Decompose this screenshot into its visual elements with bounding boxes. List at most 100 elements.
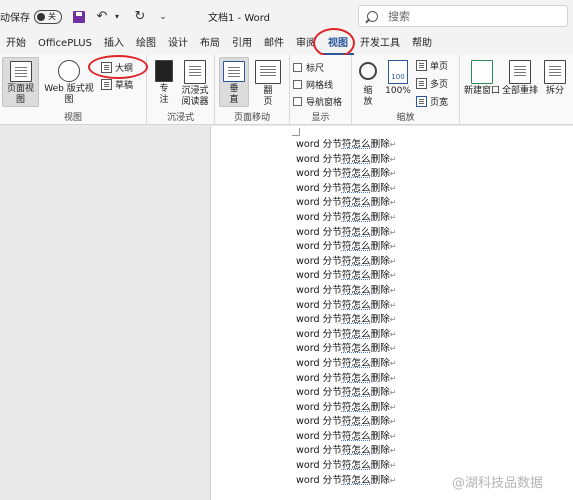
document-text[interactable]: word 分节符怎么删除↵ word 分节符怎么删除↵ word 分节符怎么删除↵ w… [296, 138, 397, 488]
document-line[interactable]: word 分节符怎么删除↵ [296, 328, 397, 343]
delete-text: 删除 [370, 474, 390, 486]
document-line[interactable]: word 分节符怎么删除↵ [296, 415, 397, 430]
print-layout-button[interactable]: 页面视图 [2, 57, 39, 107]
document-line[interactable]: word 分节符怎么删除↵ [296, 386, 397, 401]
draft-button[interactable]: 草稿 [101, 78, 133, 91]
customize-toolbar-icon[interactable]: ⌄ [156, 10, 170, 24]
document-line[interactable]: word 分节符怎么删除↵ [296, 167, 397, 182]
paragraph-mark: ↵ [389, 461, 397, 471]
section-text: 分节 [322, 241, 342, 253]
document-line[interactable]: word 分节符怎么删除↵ [296, 226, 397, 241]
gridlines-check-icon [293, 80, 302, 89]
document-line[interactable]: word 分节符怎么删除↵ [296, 342, 397, 357]
document-line[interactable]: word 分节符怎么删除↵ [296, 269, 397, 284]
document-line[interactable]: word 分节符怎么删除↵ [296, 372, 397, 387]
gridlines-checkbox[interactable]: 网格线 [293, 78, 333, 91]
word-prefix: word [296, 284, 323, 296]
underlined-text: 符怎么 [341, 168, 371, 180]
one-page-button[interactable]: 单页 [416, 59, 448, 72]
autosave-toggle[interactable]: 关 [34, 9, 62, 24]
delete-text: 删除 [370, 460, 390, 472]
word-prefix: word [296, 241, 323, 253]
delete-text: 删除 [370, 416, 390, 428]
paragraph-mark: ↵ [389, 227, 397, 237]
ruler-checkbox[interactable]: 标尺 [293, 61, 324, 74]
word-prefix: word [296, 328, 323, 340]
undo-dropdown-icon[interactable]: ▾ [110, 10, 124, 24]
page-width-label: 页宽 [430, 98, 449, 108]
delete-text: 删除 [370, 153, 390, 165]
document-line[interactable]: word 分节符怎么删除↵ [296, 459, 397, 474]
paragraph-mark: ↵ [389, 358, 397, 368]
vertical-label-2: 直 [229, 95, 239, 105]
document-line[interactable]: word 分节符怎么删除↵ [296, 240, 397, 255]
focus-label-1: 专 [159, 84, 169, 94]
nav-pane-checkbox[interactable]: 导航窗格 [293, 95, 342, 108]
vertical-button[interactable]: 垂 直 [219, 57, 249, 107]
outline-annotation-ring [88, 55, 148, 79]
search-box[interactable]: 搜索 [358, 5, 568, 27]
page-movement-group-label: 页面移动 [233, 113, 270, 123]
zoom-100-button[interactable]: 100 100% [384, 60, 412, 97]
tab-draw[interactable]: 绘图 [130, 33, 162, 55]
word-prefix: word [296, 168, 323, 180]
document-line[interactable]: word 分节符怎么删除↵ [296, 255, 397, 270]
section-text: 分节 [322, 314, 342, 326]
document-line[interactable]: word 分节符怎么删除↵ [296, 153, 397, 168]
tab-insert[interactable]: 插入 [98, 33, 130, 55]
tab-design[interactable]: 设计 [162, 33, 194, 55]
delete-text: 删除 [370, 430, 390, 442]
section-text: 分节 [322, 343, 342, 355]
tab-help[interactable]: 帮助 [406, 33, 438, 55]
redo-icon[interactable]: ↻ [133, 9, 147, 24]
document-line[interactable]: word 分节符怎么删除↵ [296, 182, 397, 197]
page-width-button[interactable]: 页宽 [416, 95, 448, 108]
document-line[interactable]: word 分节符怎么删除↵ [296, 401, 397, 416]
word-prefix: word [296, 270, 323, 282]
side-to-side-button[interactable]: 翻 页 [253, 60, 283, 108]
delete-text: 删除 [370, 372, 390, 384]
tab-mailings[interactable]: 邮件 [258, 33, 290, 55]
page-width-icon [416, 96, 427, 107]
tab-layout[interactable]: 布局 [194, 33, 226, 55]
delete-text: 删除 [370, 328, 390, 340]
document-line[interactable]: word 分节符怎么删除↵ [296, 444, 397, 459]
immersive-reader-button[interactable]: 沉浸式 阅读器 [177, 60, 213, 108]
new-window-button[interactable]: 新建窗口 [464, 60, 500, 97]
tab-developer[interactable]: 开发工具 [354, 33, 406, 55]
margin-corner-mark [292, 128, 300, 136]
document-title: 文档1 - Word [208, 13, 271, 24]
undo-icon[interactable]: ↶ [95, 9, 109, 24]
zoom-button[interactable]: 缩 放 [356, 60, 380, 108]
document-line[interactable]: word 分节符怎么删除↵ [296, 284, 397, 299]
word-prefix: word [296, 255, 323, 267]
section-text: 分节 [322, 328, 342, 340]
document-line[interactable]: word 分节符怎么删除↵ [296, 211, 397, 226]
document-line[interactable]: word 分节符怎么删除↵ [296, 430, 397, 445]
arrange-all-button[interactable]: 全部重排 [502, 60, 538, 97]
tab-officeplus[interactable]: OfficePLUS [32, 33, 98, 55]
document-line[interactable]: word 分节符怎么删除↵ [296, 474, 397, 489]
tab-home[interactable]: 开始 [0, 33, 32, 55]
split-button[interactable]: 拆分 [540, 60, 570, 97]
focus-button[interactable]: 专 注 [153, 60, 175, 106]
document-line[interactable]: word 分节符怎么删除↵ [296, 196, 397, 211]
multiple-pages-button[interactable]: 多页 [416, 77, 448, 90]
paragraph-mark: ↵ [389, 285, 397, 295]
zoom-100-label: 100% [385, 86, 411, 96]
document-line[interactable]: word 分节符怎么删除↵ [296, 299, 397, 314]
word-prefix: word [296, 474, 323, 486]
word-prefix: word [296, 401, 323, 413]
underlined-text: 符怎么 [341, 387, 371, 399]
document-line[interactable]: word 分节符怎么删除↵ [296, 313, 397, 328]
immersive-group: 专 注 沉浸式 阅读器 沉浸式 [147, 55, 215, 125]
views-group-label: 视图 [63, 113, 82, 123]
save-icon[interactable] [72, 10, 86, 24]
document-line[interactable]: word 分节符怎么删除↵ [296, 138, 397, 153]
tab-references[interactable]: 引用 [226, 33, 258, 55]
underlined-text: 符怎么 [341, 255, 371, 267]
document-line[interactable]: word 分节符怎么删除↵ [296, 357, 397, 372]
paragraph-mark: ↵ [389, 183, 397, 193]
underlined-text: 符怎么 [341, 401, 371, 413]
magnifier-icon [359, 62, 377, 80]
